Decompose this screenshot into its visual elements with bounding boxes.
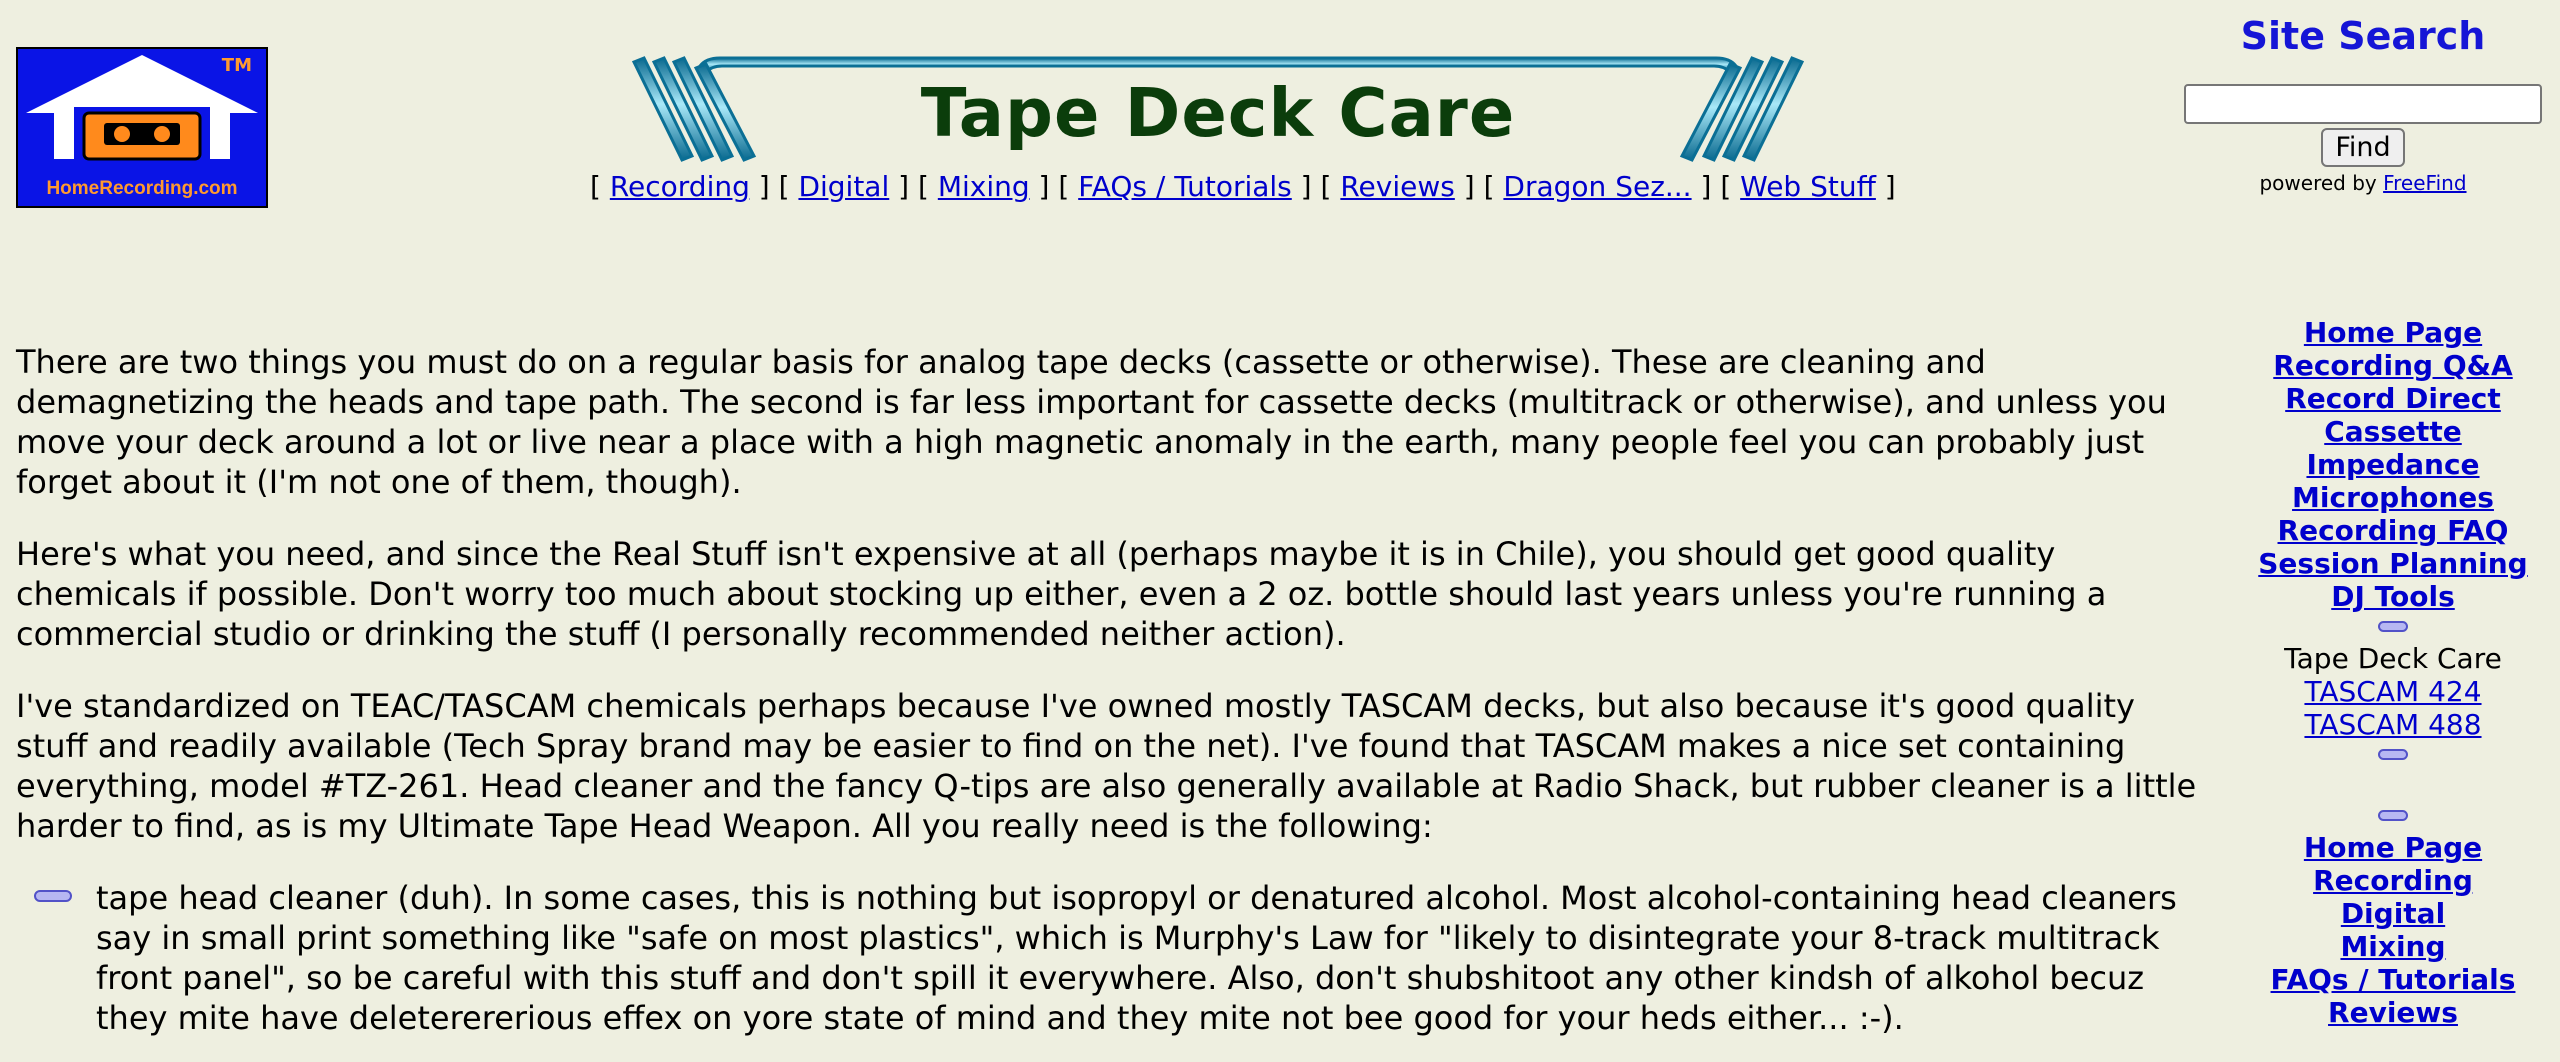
search-input[interactable] <box>2184 84 2542 124</box>
site-search-title: Site Search <box>2240 14 2486 58</box>
sidebar-item-cassette[interactable]: Cassette <box>2230 415 2556 448</box>
sidebar-item-tascam-488[interactable]: TASCAM 488 <box>2230 708 2556 741</box>
freefind-link[interactable]: FreeFind <box>2383 171 2466 195</box>
sidebar-item-recording-faq[interactable]: Recording FAQ <box>2230 514 2556 547</box>
sidebar-item-session-planning[interactable]: Session Planning <box>2230 547 2556 580</box>
site-search: Site Search Find powered by FreeFind <box>2180 14 2546 195</box>
main-content: There are two things you must do on a re… <box>16 342 2206 1038</box>
pill-divider-icon <box>2378 749 2408 760</box>
logo-brand-text: HomeRecording.com <box>46 178 238 199</box>
pill-divider-icon <box>2378 810 2408 821</box>
sidebar-item-microphones[interactable]: Microphones <box>2230 481 2556 514</box>
sidebar-item-recording-qa[interactable]: Recording Q&A <box>2230 349 2556 382</box>
topnav-digital[interactable]: Digital <box>798 170 889 203</box>
sidebar-item-tascam-424[interactable]: TASCAM 424 <box>2230 675 2556 708</box>
house-cassette-icon <box>26 55 258 161</box>
materials-paragraph: Here's what you need, and since the Real… <box>16 535 2107 653</box>
sidebar-item-faqs-tutorials[interactable]: FAQs / Tutorials <box>2230 963 2556 996</box>
homerecording-logo[interactable]: TM HomeRecording.com <box>16 47 268 208</box>
list-item-text: tape head cleaner (duh). In some cases, … <box>96 879 2177 1037</box>
sidebar-item-home-page-2[interactable]: Home Page <box>2230 831 2556 864</box>
powered-by-label: powered by <box>2259 171 2384 195</box>
topnav-web-stuff[interactable]: Web Stuff <box>1740 170 1876 203</box>
sidebar-current-page: Tape Deck Care <box>2284 642 2502 675</box>
page-title: Tape Deck Care <box>920 74 1516 152</box>
find-button[interactable]: Find <box>2321 128 2405 167</box>
sidebar-item-dj-tools[interactable]: DJ Tools <box>2230 580 2556 613</box>
page-banner: Tape Deck Care <box>630 52 1806 168</box>
topnav-mixing[interactable]: Mixing <box>938 170 1030 203</box>
top-navigation: [ Recording ] [ Digital ] [ Mixing ] [ F… <box>590 170 1896 203</box>
sidebar-item-mixing[interactable]: Mixing <box>2230 930 2556 963</box>
powered-by-text: powered by FreeFind <box>2180 171 2546 195</box>
intro-paragraph: There are two things you must do on a re… <box>16 343 2167 501</box>
pill-divider-icon <box>2378 621 2408 632</box>
topnav-faqs-tutorials[interactable]: FAQs / Tutorials <box>1078 170 1292 203</box>
sidebar-item-digital[interactable]: Digital <box>2230 897 2556 930</box>
sidebar-navigation: Home Page Recording Q&A Record Direct Ca… <box>2230 316 2556 1029</box>
sidebar-item-recording[interactable]: Recording <box>2230 864 2556 897</box>
sidebar-item-impedance[interactable]: Impedance <box>2230 448 2556 481</box>
pill-bullet-icon <box>34 890 72 902</box>
topnav-reviews[interactable]: Reviews <box>1340 170 1455 203</box>
sidebar-item-reviews[interactable]: Reviews <box>2230 996 2556 1029</box>
chemicals-paragraph: I've standardized on TEAC/TASCAM chemica… <box>16 687 2197 845</box>
sidebar-item-record-direct[interactable]: Record Direct <box>2230 382 2556 415</box>
topnav-dragon-sez[interactable]: Dragon Sez... <box>1503 170 1691 203</box>
sidebar-item-home-page[interactable]: Home Page <box>2230 316 2556 349</box>
topnav-recording[interactable]: Recording <box>610 170 750 203</box>
list-item: tape head cleaner (duh). In some cases, … <box>34 878 2206 1038</box>
supplies-list: tape head cleaner (duh). In some cases, … <box>16 878 2206 1038</box>
